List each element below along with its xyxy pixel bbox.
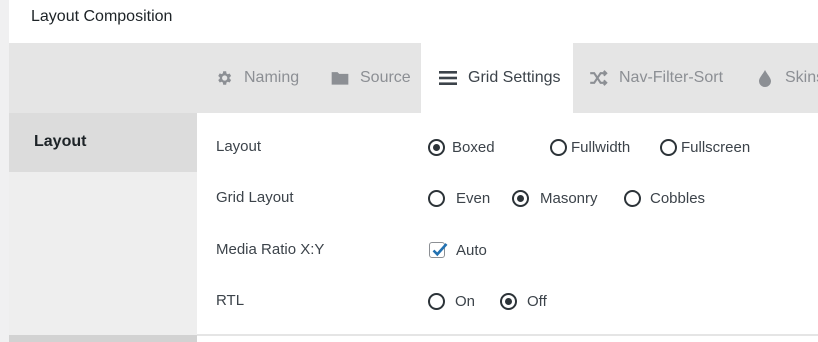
radio-unchecked[interactable]: [660, 138, 677, 156]
tab-naming[interactable]: Naming: [214, 43, 299, 113]
settings-panel: Layout Boxed Fullwidth Fullscreen Grid L…: [197, 113, 818, 342]
page-left-edge: [0, 0, 9, 342]
tab-grid-settings[interactable]: Grid Settings: [421, 43, 573, 113]
media-ratio-label: Media Ratio X:Y: [216, 241, 325, 258]
panel-title: Layout Composition: [31, 8, 173, 25]
sidebar-item-layout[interactable]: Layout: [9, 113, 197, 172]
folder-icon: [330, 68, 350, 88]
tab-skins[interactable]: Skins: [755, 43, 818, 113]
tab-bar: Naming Source Grid Settings Nav-Filter-S…: [9, 43, 818, 113]
option-label: Fullscreen: [681, 138, 751, 156]
rtl-label: RTL: [216, 292, 245, 309]
sidebar: Layout: [9, 113, 197, 342]
option-label: Off: [527, 292, 547, 310]
checkbox-checked[interactable]: [429, 242, 448, 258]
media-ratio-auto[interactable]: Auto: [429, 240, 487, 260]
layout-label: Layout: [216, 138, 262, 155]
grid-option-masonry[interactable]: Masonry: [512, 188, 598, 208]
option-label: Even: [456, 189, 491, 207]
checkmark-icon: [432, 243, 448, 257]
gear-icon: [214, 68, 234, 88]
tab-label: Grid Settings: [468, 69, 561, 86]
radio-unchecked[interactable]: [428, 189, 445, 207]
option-label: Cobbles: [650, 189, 706, 207]
radio-checked[interactable]: [500, 292, 517, 310]
grid-option-even[interactable]: Even: [428, 188, 490, 208]
droplet-icon: [755, 68, 775, 88]
tab-source[interactable]: Source: [330, 43, 411, 113]
radio-unchecked[interactable]: [550, 138, 567, 156]
layout-option-fullwidth[interactable]: Fullwidth: [550, 137, 630, 157]
grid-layout-label: Grid Layout: [216, 189, 294, 206]
radio-checked[interactable]: [428, 138, 445, 156]
tab-nav-filter-sort[interactable]: Nav-Filter-Sort: [589, 43, 723, 113]
rtl-option-off[interactable]: Off: [500, 291, 547, 311]
tab-label: Source: [360, 69, 411, 86]
sidebar-item-label: Layout: [34, 133, 87, 150]
layout-option-fullscreen[interactable]: Fullscreen: [660, 137, 750, 157]
tab-label: Skins: [785, 69, 818, 86]
divider: [197, 334, 818, 336]
radio-checked[interactable]: [512, 189, 529, 207]
rtl-option-on[interactable]: On: [428, 291, 475, 311]
bars-icon: [438, 68, 458, 88]
layout-option-boxed[interactable]: Boxed: [428, 137, 495, 157]
shuffle-icon: [589, 68, 609, 88]
grid-option-cobbles[interactable]: Cobbles: [624, 188, 705, 208]
option-label: On: [455, 292, 476, 310]
tab-label: Naming: [244, 69, 300, 86]
checkbox-label: Auto: [456, 241, 487, 259]
option-label: Boxed: [452, 138, 495, 156]
option-label: Fullwidth: [571, 138, 631, 156]
radio-unchecked[interactable]: [624, 189, 641, 207]
sidebar-next-item: [9, 335, 197, 342]
option-label: Masonry: [540, 189, 598, 207]
radio-unchecked[interactable]: [428, 292, 445, 310]
tab-label: Nav-Filter-Sort: [619, 69, 724, 86]
